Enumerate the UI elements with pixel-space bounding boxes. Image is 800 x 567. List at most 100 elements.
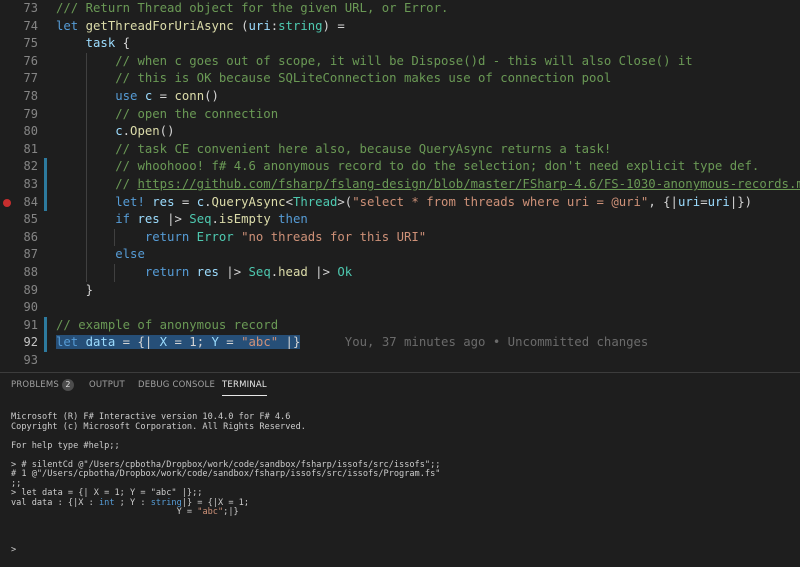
code-line[interactable]: 78 use c = conn() [0, 88, 800, 106]
line-gutter[interactable]: 86 [0, 229, 44, 247]
line-number: 78 [23, 89, 38, 103]
line-gutter[interactable]: 75 [0, 35, 44, 53]
line-gutter[interactable]: 87 [0, 246, 44, 264]
line-gutter[interactable]: 83 [0, 176, 44, 194]
modified-line-marker[interactable] [44, 334, 47, 352]
line-number: 86 [23, 229, 38, 244]
line-gutter[interactable]: 76 [0, 53, 44, 71]
line-number: 80 [23, 124, 38, 139]
line-gutter[interactable]: 90 [0, 299, 44, 317]
terminal-line: For help type #help;; [11, 441, 120, 452]
code-line[interactable]: 75 task { [0, 35, 800, 53]
code-line[interactable]: 83 // https://github.com/fsharp/fslang-d… [0, 176, 800, 194]
code-token: /// Return Thread object for the given U… [56, 1, 449, 15]
breakpoint-icon[interactable] [3, 198, 11, 207]
terminal-text: "abc" [197, 507, 224, 517]
code-text[interactable]: if res |> Seq.isEmpty then [56, 211, 308, 229]
code-text[interactable]: // task CE convenient here also, because… [56, 141, 611, 159]
line-gutter[interactable]: 80 [0, 123, 44, 141]
line-gutter[interactable]: 93 [0, 352, 44, 370]
line-gutter[interactable]: 91 [0, 317, 44, 335]
code-token: let! [115, 194, 153, 209]
code-line[interactable]: 84 let! res = c.QueryAsync<Thread>("sele… [0, 193, 800, 212]
code-line[interactable]: 74 let getThreadForUriAsync (uri:string) … [0, 18, 800, 36]
code-text[interactable]: c.Open() [56, 123, 174, 141]
code-line[interactable]: 77 // this is OK because SQLiteConnectio… [0, 70, 800, 88]
code-text[interactable]: // when c goes out of scope, it will be … [56, 53, 692, 71]
code-text[interactable]: // open the connection [56, 106, 278, 124]
terminal-text: Copyright (c) Microsoft Corporation. All… [11, 421, 306, 432]
code-line[interactable]: 79 // open the connection [0, 105, 800, 124]
code-line[interactable]: 89 } [0, 282, 800, 300]
code-editor[interactable]: 73 /// Return Thread object for the given… [0, 0, 800, 372]
code-token: Y [211, 335, 219, 350]
code-line[interactable]: 85 if res |> Seq.isEmpty then [0, 211, 800, 229]
code-text[interactable]: task { [56, 35, 130, 53]
code-line[interactable]: 82 // whoohooo! f# 4.6 anonymous record … [0, 158, 800, 176]
code-line[interactable]: 88 return res |> Seq.head |> Ok [0, 264, 800, 282]
tab-problems[interactable]: PROBLEMS 2 [11, 373, 74, 397]
code-text[interactable]: /// Return Thread object for the given U… [56, 0, 448, 18]
line-gutter[interactable]: 82 [0, 158, 44, 176]
code-token: >( [337, 194, 353, 209]
line-gutter[interactable]: 78 [0, 88, 44, 106]
line-number: 81 [23, 141, 38, 156]
code-text[interactable]: return res |> Seq.head |> Ok [56, 264, 352, 282]
code-token: "no threads for this URI" [241, 229, 427, 244]
line-gutter[interactable]: 74 [0, 18, 44, 36]
code-line[interactable]: 86 return Error "no threads for this URI… [0, 228, 800, 247]
code-text[interactable]: } [56, 282, 93, 300]
tab-output[interactable]: OUTPUT [89, 373, 125, 397]
code-token: uri [707, 194, 730, 209]
line-gutter[interactable]: 81 [0, 141, 44, 159]
modified-line-marker[interactable] [44, 176, 47, 194]
code-text[interactable]: // whoohooo! f# 4.6 anonymous record to … [56, 158, 759, 176]
modified-line-marker[interactable] [44, 158, 47, 176]
line-gutter[interactable]: 84 [0, 194, 44, 212]
line-gutter[interactable]: 92 [0, 334, 44, 352]
code-token: Ok [337, 265, 353, 279]
code-text[interactable]: let data = {| X = 1; Y = "abc" |} You, 3… [56, 334, 648, 352]
line-number: 84 [23, 194, 38, 209]
line-gutter[interactable]: 79 [0, 106, 44, 124]
line-gutter[interactable]: 85 [0, 211, 44, 229]
line-gutter[interactable]: 73 [0, 0, 44, 18]
code-line[interactable]: 73 /// Return Thread object for the given… [0, 0, 800, 18]
code-text[interactable]: use c = conn() [56, 88, 219, 106]
code-text[interactable]: return Error "no threads for this URI" [56, 229, 426, 247]
code-text[interactable]: // example of anonymous record [56, 317, 278, 335]
code-text[interactable]: else [56, 246, 145, 264]
line-gutter[interactable]: 89 [0, 282, 44, 300]
code-token: Thread [292, 194, 338, 209]
code-text[interactable]: let! res = c.QueryAsync<Thread>("select … [56, 194, 752, 212]
code-text[interactable]: let getThreadForUriAsync (uri:string) = [56, 18, 345, 36]
line-number: 82 [23, 159, 38, 174]
code-token: uri [248, 18, 271, 33]
code-text[interactable]: // this is OK because SQLiteConnection m… [56, 70, 611, 88]
terminal-text: ;; [11, 478, 22, 489]
code-token: isEmpty [218, 212, 271, 227]
modified-line-marker[interactable] [44, 193, 47, 212]
code-line[interactable]: 87 else [0, 246, 800, 264]
code-line[interactable]: 76 // when c goes out of scope, it will … [0, 52, 800, 71]
line-gutter[interactable]: 77 [0, 70, 44, 88]
code-text[interactable]: // https://github.com/fsharp/fslang-desi… [56, 176, 800, 194]
code-line[interactable]: 80 c.Open() [0, 123, 800, 141]
line-number: 76 [23, 53, 38, 68]
code-token: res [137, 212, 160, 227]
tab-terminal[interactable]: TERMINAL [222, 373, 267, 396]
code-line[interactable]: 92 let data = {| X = 1; Y = "abc" |} You,… [0, 334, 800, 352]
code-line[interactable]: 93 [0, 352, 800, 370]
code-line[interactable]: 90 [0, 299, 800, 317]
code-token: let [56, 18, 86, 33]
code-token: Error [196, 229, 234, 244]
code-token: QueryAsync [211, 194, 286, 209]
modified-line-marker[interactable] [44, 316, 47, 335]
url-link[interactable]: https://github.com/fsharp/fslang-design/… [137, 177, 800, 191]
tab-debug-console[interactable]: DEBUG CONSOLE [138, 373, 215, 397]
code-line[interactable]: 81 // task CE convenient here also, beca… [0, 140, 800, 159]
code-line[interactable]: 91 // example of anonymous record [0, 316, 800, 335]
line-gutter[interactable]: 88 [0, 264, 44, 282]
